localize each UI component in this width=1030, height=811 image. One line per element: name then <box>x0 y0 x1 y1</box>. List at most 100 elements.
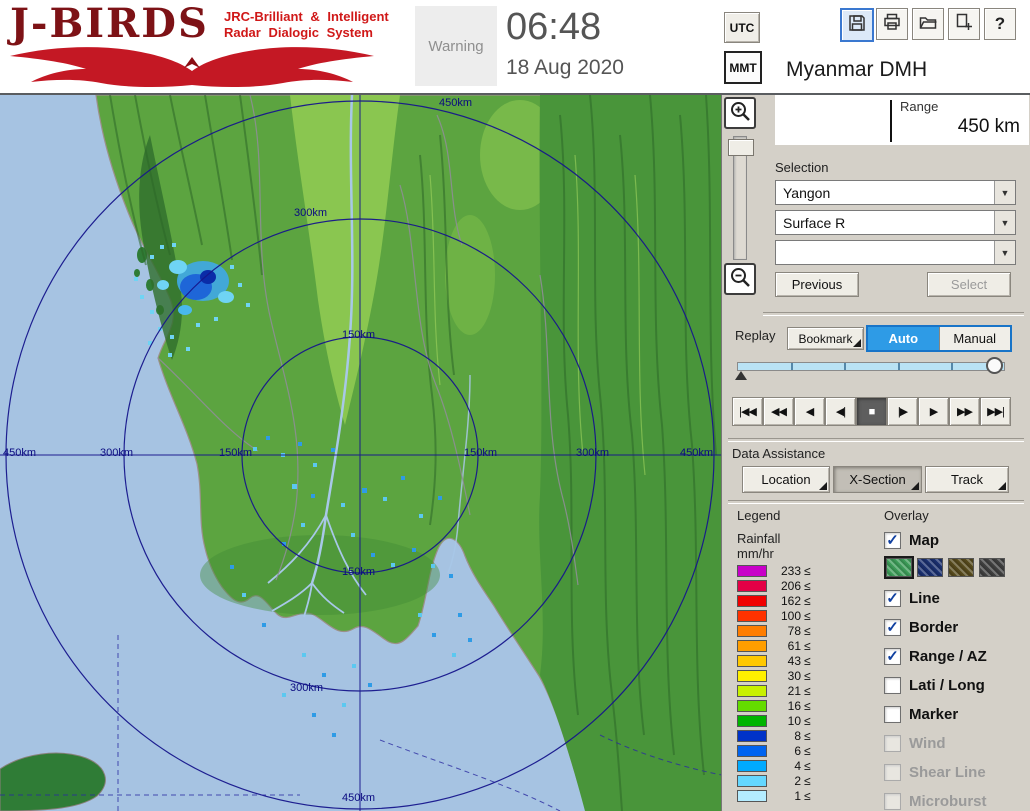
marker-checkbox[interactable] <box>884 705 901 723</box>
manual-mode-button[interactable]: Manual <box>938 327 1010 350</box>
chevron-down-icon[interactable]: ▼ <box>994 181 1015 204</box>
legend-color-swatch <box>737 744 767 757</box>
map-checkbox[interactable]: ✓ <box>884 531 901 549</box>
range-ring-label: 150km <box>342 566 376 578</box>
legend-color-swatch <box>737 684 767 697</box>
replay-mode-toggle: Auto Manual <box>866 325 1012 352</box>
overlay-item-label: Shear Line <box>909 763 986 781</box>
range-ring-label: 300km <box>576 447 610 459</box>
legend-color-swatch <box>737 594 767 607</box>
legend-row: 61 ≤ <box>737 638 832 653</box>
line-checkbox[interactable]: ✓ <box>884 589 901 607</box>
rainfall-legend: 233 ≤ 206 ≤ 162 ≤ 100 ≤ 78 ≤ 61 ≤ 43 ≤ 30 ≤ 21 ≤ … <box>737 563 832 803</box>
x-section-button[interactable]: X-Section <box>833 466 922 493</box>
legend-le-symbol: ≤ <box>804 608 811 623</box>
legend-value: 6 <box>794 743 801 758</box>
logo-subtitle-line2: Radar Dialogic System <box>224 25 373 40</box>
clock-date: 18 Aug 2020 <box>506 56 624 79</box>
legend-value: 16 <box>787 698 801 713</box>
save-button[interactable] <box>840 8 874 42</box>
site-dropdown[interactable]: Yangon ▼ <box>775 180 1016 205</box>
range-ring-label: 300km <box>100 447 134 459</box>
border-checkbox[interactable]: ✓ <box>884 618 901 636</box>
range-label: Range <box>900 99 939 114</box>
auto-mode-button[interactable]: Auto <box>868 327 939 350</box>
legend-title-line2: mm/hr <box>737 546 774 561</box>
legend-le-symbol: ≤ <box>804 653 811 668</box>
radar-map-display[interactable]: 450km 300km 150km 450km 300km 150km 150k… <box>0 95 722 811</box>
overlay-item-range-az: ✓ Range / AZ <box>884 646 987 666</box>
clock-time: 06:48 <box>506 6 602 48</box>
map-style-olive-swatch[interactable] <box>948 558 974 577</box>
range-ring-label: 150km <box>219 447 253 459</box>
export-button[interactable] <box>948 8 980 40</box>
legend-color-swatch <box>737 624 767 637</box>
help-button[interactable]: ? <box>984 8 1016 40</box>
legend-value: 21 <box>787 683 801 698</box>
replay-timeline-slider[interactable] <box>737 362 1005 371</box>
legend-label: Legend <box>737 508 781 523</box>
step-forward-button[interactable]: |▶ <box>887 397 918 426</box>
overlay-item-label: Line <box>909 589 940 607</box>
zoom-slider-thumb[interactable] <box>728 139 754 156</box>
legend-value: 30 <box>787 668 801 683</box>
utc-button[interactable]: UTC <box>724 12 760 43</box>
skip-to-start-button[interactable]: |◀◀ <box>732 397 763 426</box>
legend-color-swatch <box>737 774 767 787</box>
stop-button[interactable]: ■ <box>856 397 887 426</box>
legend-le-symbol: ≤ <box>804 683 811 698</box>
bookmark-button[interactable]: Bookmark <box>787 327 864 350</box>
menu-corner-icon <box>998 482 1006 490</box>
replay-slider-thumb[interactable] <box>986 357 1003 374</box>
legend-color-swatch <box>737 669 767 682</box>
map-style-green-swatch[interactable] <box>884 556 914 579</box>
location-button[interactable]: Location <box>742 466 830 493</box>
legend-color-swatch <box>737 789 767 802</box>
range-ring-label: 450km <box>342 792 376 804</box>
legend-color-swatch <box>737 579 767 592</box>
check-icon: ✓ <box>886 589 899 607</box>
fast-rewind-button[interactable]: ◀◀ <box>763 397 794 426</box>
legend-le-symbol: ≤ <box>804 698 811 713</box>
legend-color-swatch <box>737 564 767 577</box>
mmt-button[interactable]: MMT <box>724 51 762 84</box>
zoom-out-button[interactable] <box>724 263 756 295</box>
skip-to-end-button[interactable]: ▶▶| <box>980 397 1011 426</box>
legend-value: 2 <box>794 773 801 788</box>
zoom-out-icon <box>728 265 752 294</box>
folder-icon <box>918 12 938 37</box>
legend-le-symbol: ≤ <box>804 638 811 653</box>
zoom-in-button[interactable] <box>724 97 756 129</box>
map-style-gray-swatch[interactable] <box>979 558 1005 577</box>
export-icon <box>954 12 974 37</box>
check-icon: ✓ <box>886 531 899 549</box>
overlay-item-label: Lati / Long <box>909 676 985 694</box>
fast-forward-button[interactable]: ▶▶ <box>949 397 980 426</box>
open-file-button[interactable] <box>912 8 944 40</box>
chevron-down-icon[interactable]: ▼ <box>994 211 1015 234</box>
select-button[interactable]: Select <box>927 272 1011 297</box>
range-value: 450 km <box>957 116 1020 137</box>
product-dropdown[interactable]: Surface R ▼ <box>775 210 1016 235</box>
step-back-button[interactable]: ◀| <box>825 397 856 426</box>
legend-row: 30 ≤ <box>737 668 832 683</box>
play-backward-button[interactable]: ◀ <box>794 397 825 426</box>
range-ring-label: 150km <box>464 447 498 459</box>
track-button[interactable]: Track <box>925 466 1009 493</box>
print-button[interactable] <box>876 8 908 40</box>
overlay-item-map: ✓ Map <box>884 530 939 550</box>
legend-value: 10 <box>787 713 801 728</box>
range-az-checkbox[interactable]: ✓ <box>884 647 901 665</box>
chevron-down-icon[interactable]: ▼ <box>994 241 1015 264</box>
play-button[interactable]: ▶ <box>918 397 949 426</box>
x-section-button-label: X-Section <box>849 472 906 487</box>
wind-checkbox <box>884 734 901 752</box>
extra-dropdown[interactable]: ▼ <box>775 240 1016 265</box>
track-button-label: Track <box>950 472 984 487</box>
legend-le-symbol: ≤ <box>804 713 811 728</box>
legend-color-swatch <box>737 759 767 772</box>
lati-long-checkbox[interactable] <box>884 676 901 694</box>
map-style-navy-swatch[interactable] <box>917 558 943 577</box>
overlay-item-label: Microburst <box>909 792 987 810</box>
previous-button[interactable]: Previous <box>775 272 859 297</box>
